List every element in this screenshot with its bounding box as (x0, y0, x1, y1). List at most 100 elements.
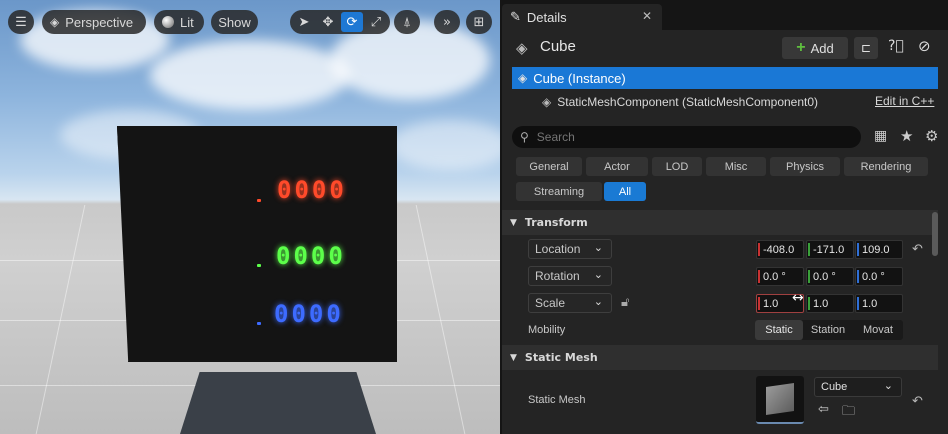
details-tab-bar: ✎ Details ✕ (502, 0, 948, 30)
rotation-y-field[interactable]: 0.0 ° (806, 267, 854, 286)
scale-z-field[interactable]: 1.0 (855, 294, 903, 313)
mobility-label: Mobility (528, 324, 566, 336)
scale-label: Scale (535, 296, 566, 310)
mobility-selector: Static Station Movat (755, 320, 903, 340)
component-label: StaticMeshComponent (StaticMeshComponent… (557, 95, 819, 109)
transform-section-header[interactable]: ▼ Transform (502, 210, 938, 235)
layout-button[interactable]: ⊞ (466, 10, 492, 34)
location-y-field[interactable]: -171.0 (806, 240, 854, 259)
show-button[interactable]: Show (211, 10, 258, 34)
viewport-menu-button[interactable]: ☰ (8, 10, 34, 34)
z-axis-marker (857, 243, 859, 256)
static-mesh-asset-dropdown[interactable]: Cube ⌄ (814, 377, 902, 397)
details-panel: ✎ Details ✕ ◈ Cube + Add ⊏ ?⃝ ⊘ ◈ Cube (… (502, 0, 948, 434)
lock-panel-icon[interactable]: ⊘ (918, 37, 931, 55)
category-all[interactable]: All (604, 182, 646, 201)
cube-icon: ◈ (50, 15, 60, 29)
instance-row[interactable]: ◈ Cube (Instance) (512, 67, 938, 89)
category-rendering[interactable]: Rendering (844, 157, 928, 176)
help-icon[interactable]: ?⃝ (888, 38, 904, 54)
perspective-button[interactable]: ◈ Perspective (42, 10, 146, 34)
star-icon[interactable]: ★ (900, 127, 913, 145)
translate-icon[interactable]: ✥ (317, 12, 339, 32)
scale-y-value: 1.0 (813, 297, 829, 310)
cube-shadow (180, 372, 376, 434)
surface-snapping-button[interactable]: ⍋ (394, 10, 420, 34)
scale-x-value: 1.0 (763, 297, 779, 310)
table-view-icon[interactable]: ▦ (874, 128, 887, 144)
y-axis-marker (808, 270, 810, 283)
location-z-field[interactable]: 109.0 (855, 240, 903, 259)
edit-in-cpp-link[interactable]: Edit in C++ (875, 94, 934, 108)
z-axis-marker (857, 297, 859, 310)
static-mesh-label: Static Mesh (528, 394, 586, 406)
rotation-dropdown[interactable]: Rotation ⌄ (528, 266, 612, 286)
instance-label: Cube (Instance) (533, 70, 626, 86)
scale-dropdown[interactable]: Scale ⌄ (528, 293, 612, 313)
gear-icon[interactable]: ⚙ (925, 127, 938, 145)
static-mesh-thumbnail[interactable] (756, 376, 804, 424)
expand-toolbar-button[interactable]: » (434, 10, 460, 34)
cube-thumbnail-icon (766, 383, 794, 415)
object-name: Cube (540, 38, 576, 55)
y-axis-marker (808, 243, 810, 256)
z-axis-marker (857, 270, 859, 283)
sky-cloud (150, 40, 350, 110)
add-component-button[interactable]: + Add (782, 37, 848, 59)
show-label: Show (218, 14, 251, 30)
cube-mesh[interactable]: 0000 0000 0000 (117, 126, 397, 362)
category-streaming[interactable]: Streaming (516, 182, 602, 201)
details-tab[interactable]: ✎ Details ✕ (502, 4, 662, 30)
location-x-field[interactable]: -408.0 (756, 240, 804, 259)
grid-layout-icon: ⊞ (473, 14, 485, 30)
location-z-value: 109.0 (862, 243, 890, 256)
rotation-y-value: 0.0 ° (813, 270, 836, 283)
y-axis-marker (808, 297, 810, 310)
location-label: Location (535, 242, 581, 256)
rotate-icon[interactable]: ⟳ (341, 12, 363, 32)
static-mesh-icon: ◈ (542, 95, 552, 109)
add-label: Add (810, 40, 834, 56)
mobility-stationary-option[interactable]: Station (803, 320, 853, 340)
hierarchy-icon: ⊏ (860, 41, 872, 55)
chevron-down-icon: ⌄ (593, 242, 603, 254)
rotation-x-field[interactable]: 0.0 ° (756, 267, 804, 286)
details-tab-label: Details (526, 9, 567, 25)
hamburger-icon: ☰ (15, 14, 27, 29)
select-arrow-icon[interactable]: ➤ (293, 12, 315, 32)
mobility-movable-option[interactable]: Movat (853, 320, 903, 340)
search-field[interactable] (536, 130, 837, 144)
details-icon: ✎ (510, 9, 521, 24)
unlock-icon[interactable]: 🔓︎ (621, 295, 629, 310)
reset-static-mesh-icon[interactable]: ↶ (912, 394, 923, 409)
category-lod[interactable]: LOD (652, 157, 702, 176)
counter-dot (257, 199, 261, 202)
scale-y-field[interactable]: 1.0 (806, 294, 854, 313)
category-physics[interactable]: Physics (770, 157, 840, 176)
rotation-z-field[interactable]: 0.0 ° (855, 267, 903, 286)
category-misc[interactable]: Misc (706, 157, 766, 176)
static-mesh-header-label: Static Mesh (524, 351, 598, 364)
location-x-value: -408.0 (763, 243, 795, 256)
location-dropdown[interactable]: Location ⌄ (528, 239, 612, 259)
scale-icon[interactable]: ⤢ (365, 12, 387, 32)
browse-asset-icon[interactable]: 🗀︎ (842, 402, 855, 424)
snapping-icon: ⍋ (403, 14, 411, 30)
category-actor[interactable]: Actor (586, 157, 648, 176)
lit-sphere-icon (162, 16, 174, 28)
level-viewport[interactable]: 0000 0000 0000 ☰ ◈ Perspective Lit Show … (0, 0, 500, 434)
static-mesh-value: Cube (821, 381, 848, 393)
double-chevron-right-icon: » (443, 14, 451, 30)
counter-blue: 0000 (274, 300, 344, 328)
search-input[interactable]: ⚲ (512, 126, 861, 148)
category-general[interactable]: General (516, 157, 582, 176)
x-axis-marker (758, 243, 760, 256)
use-selected-asset-icon[interactable]: ⇦ (818, 402, 829, 417)
close-icon[interactable]: ✕ (642, 9, 652, 23)
scrollbar-thumb[interactable] (932, 212, 938, 256)
mobility-static-option[interactable]: Static (755, 320, 803, 340)
static-mesh-section-header[interactable]: ▼ Static Mesh (502, 345, 938, 370)
reset-location-icon[interactable]: ↶ (912, 242, 923, 257)
view-mode-button[interactable]: Lit (154, 10, 204, 34)
blueprint-button[interactable]: ⊏ (854, 37, 878, 59)
